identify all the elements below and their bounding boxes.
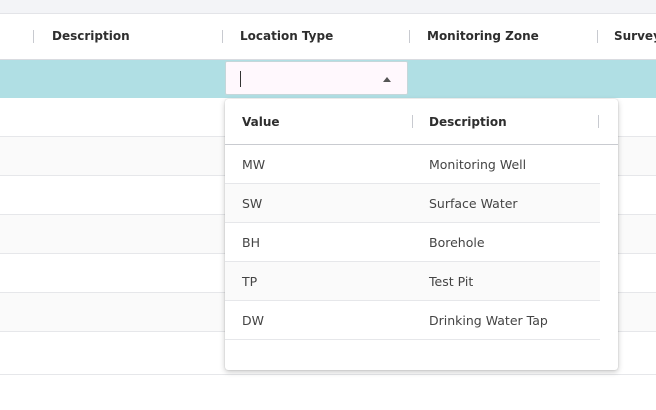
column-separator xyxy=(412,115,413,128)
dropdown-column-value: Value xyxy=(242,115,280,129)
option-value: DW xyxy=(242,313,264,328)
dropdown-column-description: Description xyxy=(429,115,507,129)
dropdown-option[interactable]: BH Borehole xyxy=(225,223,600,262)
option-description: Monitoring Well xyxy=(429,157,527,172)
column-header-location-type[interactable]: Location Type xyxy=(240,14,333,59)
column-header-monitoring-zone[interactable]: Monitoring Zone xyxy=(427,14,539,59)
option-description: Borehole xyxy=(429,235,485,250)
column-header-description[interactable]: Description xyxy=(52,14,130,59)
editing-row[interactable] xyxy=(0,60,656,98)
option-value: TP xyxy=(242,274,258,289)
toolbar-strip xyxy=(0,0,656,14)
dropdown-header: Value Description xyxy=(225,99,618,145)
option-description: Test Pit xyxy=(429,274,474,289)
dropdown-option[interactable]: MW Monitoring Well xyxy=(225,145,600,184)
text-cursor xyxy=(240,71,241,87)
column-header-survey[interactable]: Survey xyxy=(614,14,656,59)
dropdown-option[interactable]: DW Drinking Water Tap xyxy=(225,301,600,340)
option-value: SW xyxy=(242,196,263,211)
column-separator xyxy=(598,115,599,128)
column-separator[interactable] xyxy=(33,30,34,43)
location-type-dropdown: Value Description MW Monitoring Well SW … xyxy=(225,99,618,370)
grid-header: Description Location Type Monitoring Zon… xyxy=(0,14,656,60)
option-description: Drinking Water Tap xyxy=(429,313,548,328)
caret-up-icon[interactable] xyxy=(383,77,391,82)
location-type-combobox[interactable] xyxy=(225,61,408,95)
dropdown-option[interactable]: TP Test Pit xyxy=(225,262,600,301)
column-separator[interactable] xyxy=(222,30,223,43)
option-value: MW xyxy=(242,157,266,172)
option-value: BH xyxy=(242,235,260,250)
dropdown-option[interactable]: SW Surface Water xyxy=(225,184,600,223)
column-separator[interactable] xyxy=(409,30,410,43)
option-description: Surface Water xyxy=(429,196,518,211)
column-separator[interactable] xyxy=(597,30,598,43)
